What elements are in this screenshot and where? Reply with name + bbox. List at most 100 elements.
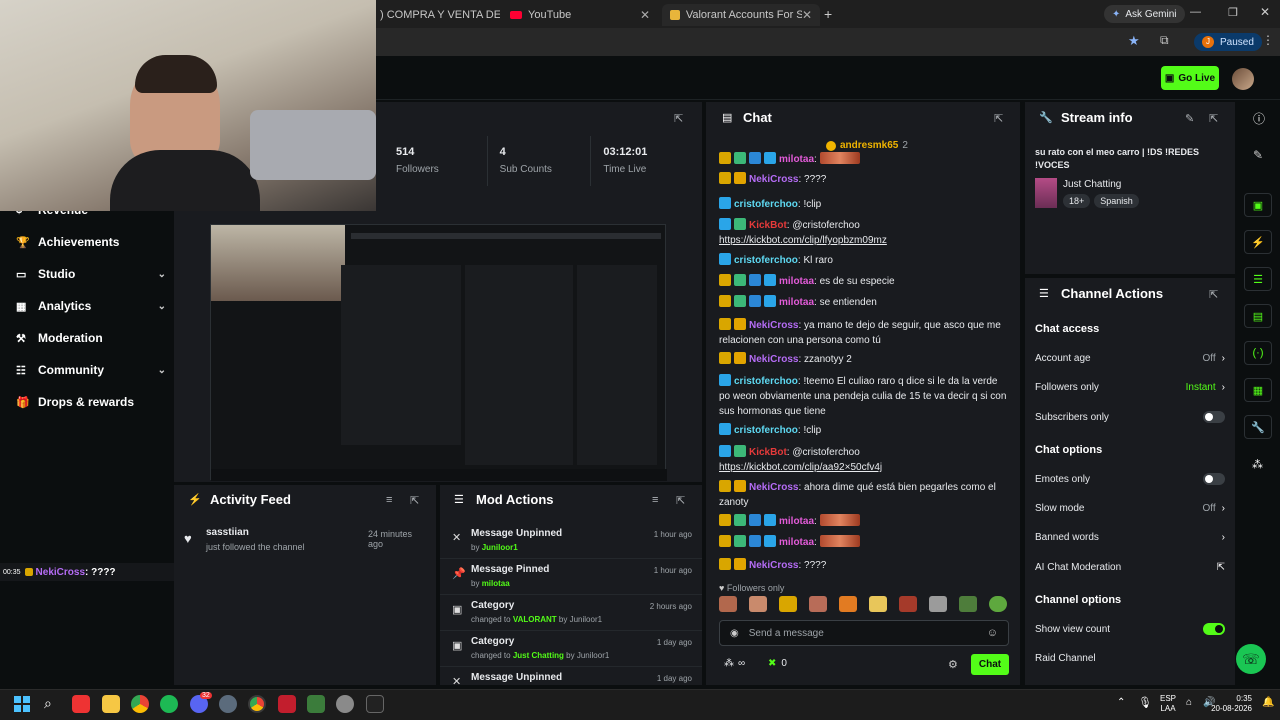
emote-icon[interactable] (719, 596, 737, 612)
app-icon[interactable] (72, 695, 90, 713)
epic-games-icon[interactable] (366, 695, 384, 713)
rail-wrench-icon[interactable]: 🔧 (1244, 415, 1272, 439)
stream-video-preview[interactable] (210, 224, 667, 481)
chat-message[interactable]: cristoferchoo: !teemo El culiao raro q d… (719, 374, 1009, 419)
avatar[interactable] (1232, 68, 1254, 90)
extensions-icon[interactable]: ⧉ (1160, 33, 1169, 48)
emote-icon[interactable] (869, 596, 887, 612)
rail-stream-icon[interactable]: ▣ (1244, 193, 1272, 217)
popout-icon[interactable]: ⇱ (1209, 112, 1218, 125)
rail-panel-icon[interactable]: ▦ (1244, 378, 1272, 402)
chat-message[interactable]: NekiCross: zzanotyy 2 (719, 352, 1009, 367)
chat-message[interactable]: milotaa: (719, 152, 1009, 167)
subscribers-only-toggle[interactable] (1203, 411, 1225, 423)
chat-users-count[interactable]: ⁂ ∞ (724, 658, 745, 669)
chat-username[interactable]: milotaa (779, 537, 814, 548)
chat-username[interactable]: KickBot (749, 220, 787, 231)
chat-message[interactable]: milotaa: (719, 514, 1009, 529)
popout-icon[interactable]: ⇱ (674, 112, 683, 125)
tab-valorant[interactable]: Valorant Accounts For Sale - Va ✕ (662, 4, 820, 26)
tag[interactable]: 18+ (1063, 194, 1091, 208)
popout-icon[interactable]: ⇱ (994, 112, 1003, 125)
sidebar-item-analytics[interactable]: ▦ Analytics ⌄ (16, 296, 166, 316)
profile-paused-button[interactable]: J Paused (1194, 33, 1262, 51)
emote-icon[interactable] (989, 596, 1007, 612)
mod-action-who[interactable]: milotaa (482, 579, 510, 588)
settings-icon[interactable] (219, 695, 237, 713)
sidebar-item-studio[interactable]: ▭ Studio ⌄ (16, 264, 166, 284)
filter-icon[interactable]: ≡ (652, 494, 658, 506)
menu-dots-icon[interactable]: ⋮ (1262, 33, 1274, 47)
close-icon[interactable]: ✕ (802, 8, 812, 22)
app-icon[interactable] (307, 695, 325, 713)
clock[interactable]: 0:35 20-08-2026 (1200, 694, 1252, 714)
followers-only-row[interactable]: Followers only Instant › (1035, 378, 1225, 396)
gear-icon[interactable]: ⚙ (948, 658, 958, 671)
emote-icon[interactable] (839, 596, 857, 612)
chat-username[interactable]: milotaa (779, 276, 814, 287)
slow-mode-row[interactable]: Slow mode Off › (1035, 499, 1225, 517)
emotes-only-toggle[interactable] (1203, 473, 1225, 485)
spotify-icon[interactable] (160, 695, 178, 713)
go-live-button[interactable]: ▣ Go Live (1161, 66, 1219, 90)
network-icon[interactable]: ⌂ (1186, 697, 1192, 708)
tab-youtube[interactable]: YouTube ✕ (502, 4, 658, 26)
chat-message[interactable]: NekiCross: ahora dime qué está bien pega… (719, 480, 1009, 510)
sidebar-item-achievements[interactable]: 🏆 Achievements (16, 232, 166, 252)
emoji-icon[interactable]: ☺ (987, 627, 998, 639)
chat-input[interactable]: ◉ Send a message ☺ (719, 620, 1009, 646)
chat-message[interactable]: KickBot: @cristoferchoo https://kickbot.c… (719, 445, 1009, 475)
send-chat-button[interactable]: Chat (971, 654, 1009, 675)
chat-message[interactable]: NekiCross: ???? (719, 558, 1009, 572)
new-tab-button[interactable]: + (824, 6, 832, 22)
chat-message[interactable]: milotaa: es de su especie (719, 274, 1009, 289)
chat-link[interactable]: https://kickbot.com/clip/lfyopbzm09mz (719, 235, 887, 246)
emote-icon[interactable] (809, 596, 827, 612)
ai-moderation-row[interactable]: AI Chat Moderation ⇱ (1035, 558, 1225, 576)
tab-compra-venta[interactable]: ) COMPRA Y VENTA DE CUE ✕ (372, 4, 500, 26)
chevron-up-icon[interactable]: ⌃ (1117, 697, 1125, 708)
chat-username[interactable]: milotaa (779, 154, 814, 165)
chat-message[interactable]: cristoferchoo: Kl raro (719, 253, 1009, 268)
popout-icon[interactable]: ⇱ (1209, 288, 1218, 301)
chat-username[interactable]: cristoferchoo (734, 255, 798, 266)
chrome-active-icon[interactable] (248, 695, 266, 713)
chat-message[interactable]: milotaa: se entienden (719, 295, 1009, 310)
chrome-icon[interactable] (131, 695, 149, 713)
chat-username[interactable]: milotaa (779, 297, 814, 308)
obs-icon[interactable] (336, 695, 354, 713)
mod-action-who[interactable]: Just Chatting (513, 651, 564, 660)
chat-username[interactable]: NekiCross (749, 482, 798, 493)
chat-username[interactable]: cristoferchoo (734, 376, 798, 387)
info-icon[interactable]: ⓘ (1253, 110, 1265, 127)
language-indicator[interactable]: ESP LAA (1160, 694, 1176, 714)
emote-icon[interactable] (749, 596, 767, 612)
show-view-count-row[interactable]: Show view count (1035, 620, 1225, 638)
raid-channel-row[interactable]: Raid Channel (1035, 649, 1225, 667)
popout-icon[interactable]: ⇱ (410, 494, 419, 507)
account-age-row[interactable]: Account age Off › (1035, 349, 1225, 367)
banned-words-row[interactable]: Banned words › (1035, 528, 1225, 546)
window-close-button[interactable]: ✕ (1260, 5, 1270, 19)
category-name[interactable]: Just Chatting (1063, 179, 1121, 190)
rail-chat-icon[interactable]: ▤ (1244, 304, 1272, 328)
sidebar-item-drops[interactable]: 🎁 Drops & rewards (16, 392, 166, 412)
edit-icon[interactable]: ✎ (1185, 112, 1194, 125)
search-icon[interactable]: ⌕ (44, 695, 52, 712)
chat-username[interactable]: NekiCross (749, 174, 798, 185)
windows-start-icon[interactable] (14, 696, 30, 712)
chat-message[interactable]: milotaa: (719, 535, 1009, 550)
chat-username[interactable]: cristoferchoo (734, 199, 798, 210)
filter-icon[interactable]: ≡ (386, 494, 392, 506)
rail-embed-icon[interactable]: (·) (1244, 341, 1272, 365)
mod-action-who[interactable]: VALORANT (513, 615, 557, 624)
emote-icon[interactable] (959, 596, 977, 612)
chat-username[interactable]: KickBot (749, 447, 787, 458)
chat-username[interactable]: NekiCross (749, 560, 798, 571)
chat-username[interactable]: NekiCross (749, 320, 798, 331)
notifications-icon[interactable]: 🔔 (1262, 697, 1274, 708)
subscribers-only-row[interactable]: Subscribers only (1035, 408, 1225, 426)
mod-action-who[interactable]: Juniloor1 (482, 543, 518, 552)
support-chat-button[interactable]: ☏ (1236, 644, 1266, 674)
show-view-count-toggle[interactable] (1203, 623, 1225, 635)
